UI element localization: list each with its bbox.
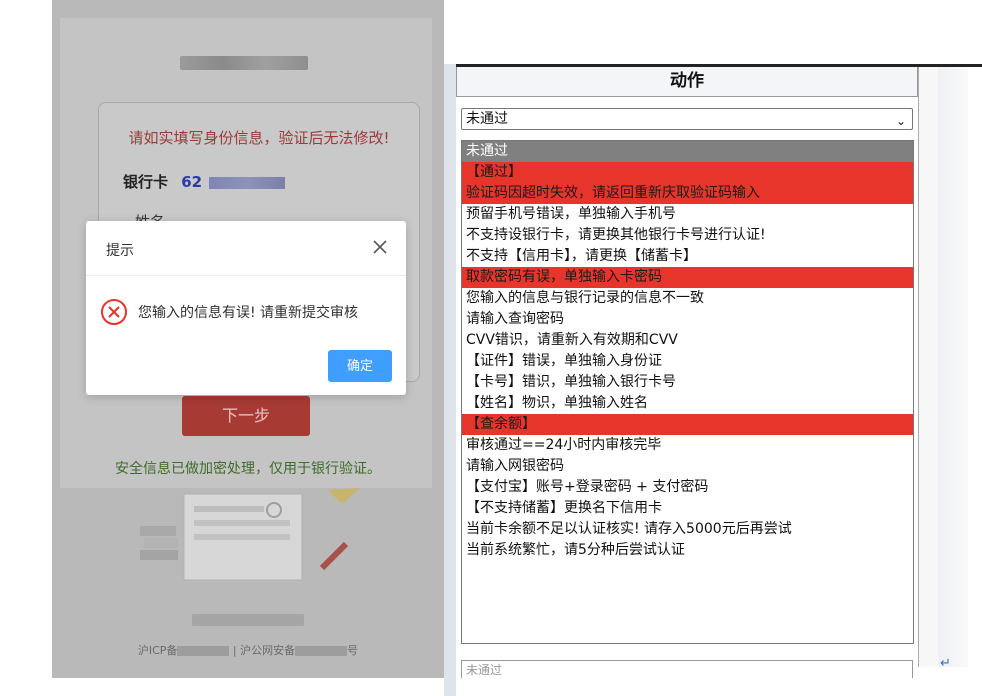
error-dialog: 提示 您输入的信息有误! 请重新提交审核 确定 — [86, 221, 406, 395]
security-notice: 安全信息已做加密处理，仅用于银行验证。 — [115, 461, 381, 477]
action-options-list: 未通过 【通过】 验证码因超时失效，请返回重新庆取验证码输入 预留手机号错误，单独输入… — [461, 140, 914, 644]
dropdown-option[interactable]: 当前卡余额不足以认证核实! 请存入5000元后再尝试 — [462, 519, 913, 540]
dropdown-option[interactable]: 【卡号】错识，单独输入银行卡号 — [462, 372, 913, 393]
blurred-footer-brand — [192, 614, 304, 626]
column-header-action: 动作 — [456, 67, 918, 97]
return-arrow-icon: ↵ — [940, 656, 951, 671]
adjacent-column — [918, 67, 938, 667]
action-select-value: 未通过 — [466, 111, 508, 127]
dropdown-option[interactable]: 【证件】错误，单独输入身份证 — [462, 351, 913, 372]
dropdown-option[interactable]: 【通过】 — [462, 162, 913, 183]
blurred-icp-number — [177, 646, 230, 656]
bank-card-number: 62 — [181, 173, 203, 191]
dialog-message: 您输入的信息有误! 请重新提交审核 — [138, 305, 359, 321]
dropdown-option[interactable]: 审核通过==24小时内审核完毕 — [462, 435, 913, 456]
dropdown-option[interactable]: 验证码因超时失效，请返回重新庆取验证码输入 — [462, 183, 913, 204]
blurred-police-number — [295, 646, 348, 656]
dialog-header: 提示 — [86, 221, 406, 276]
footer-police: | 沪公网安备 — [232, 644, 296, 657]
dropdown-option[interactable]: 【查余额】 — [462, 414, 913, 435]
footer-icp: 沪ICP备 — [137, 644, 178, 657]
dropdown-option[interactable]: 请输入查询密码 — [462, 309, 913, 330]
dropdown-option[interactable]: CVV错识，请重新入有效期和CVV — [462, 330, 913, 351]
bank-card-row: 银行卡 62 — [123, 171, 286, 192]
blurred-logo — [180, 56, 308, 70]
blurred-edge — [938, 67, 968, 667]
dropdown-option[interactable]: 未通过 — [462, 141, 913, 162]
action-select[interactable]: 未通过 ⌄ — [461, 108, 913, 130]
action-table: 动作 未通过 ⌄ 未通过 【通过】 验证码因超时失效，请返回重新庆取验证码输入 预留手… — [444, 64, 982, 696]
dropdown-option[interactable]: 取款密码有误，单独输入卡密码 — [462, 267, 913, 288]
dropdown-option[interactable]: 您输入的信息与银行记录的信息不一致 — [462, 288, 913, 309]
phone-screen: 请如实填写身份信息，验证后无法修改! 银行卡 62 姓名 下一步 安全信息已做加… — [52, 0, 444, 678]
dropdown-option[interactable]: 【支付宝】账号+登录密码 + 支付密码 — [462, 477, 913, 498]
close-icon[interactable] — [368, 235, 392, 259]
dropdown-option[interactable]: 【不支持储蓄】更换名下信用卡 — [462, 498, 913, 519]
blurred-card-number — [209, 176, 286, 189]
dropdown-option[interactable]: 当前系统繁忙，请5分种后尝试认证 — [462, 540, 913, 561]
dropdown-option[interactable]: 不支持设银行卡，请更换其他银行卡号进行认证! — [462, 225, 913, 246]
bank-card-label: 银行卡 — [123, 173, 169, 191]
footer-licence: 沪ICP备 | 沪公网安备 号 — [52, 642, 444, 658]
table-left-strip — [444, 64, 456, 696]
dropdown-option[interactable]: 预留手机号错误，单独输入手机号 — [462, 204, 913, 225]
footer-suffix: 号 — [347, 644, 359, 657]
confirm-button[interactable]: 确定 — [328, 350, 392, 382]
next-step-button[interactable]: 下一步 — [182, 396, 310, 436]
next-row-select[interactable]: 未通过 — [461, 660, 913, 678]
dialog-title: 提示 — [106, 243, 134, 259]
chevron-down-icon[interactable]: ⌄ — [896, 111, 906, 131]
dropdown-option[interactable]: 【姓名】物识，单独输入姓名 — [462, 393, 913, 414]
illustration — [140, 488, 360, 581]
error-circle-icon — [101, 299, 127, 325]
form-warning: 请如实填写身份信息，验证后无法修改! — [128, 129, 390, 147]
dropdown-option[interactable]: 不支持【信用卡】，请更换【储蓄卡】 — [462, 246, 913, 267]
dialog-body: 您输入的信息有误! 请重新提交审核 — [100, 297, 358, 327]
dropdown-option[interactable]: 请输入网银密码 — [462, 456, 913, 477]
